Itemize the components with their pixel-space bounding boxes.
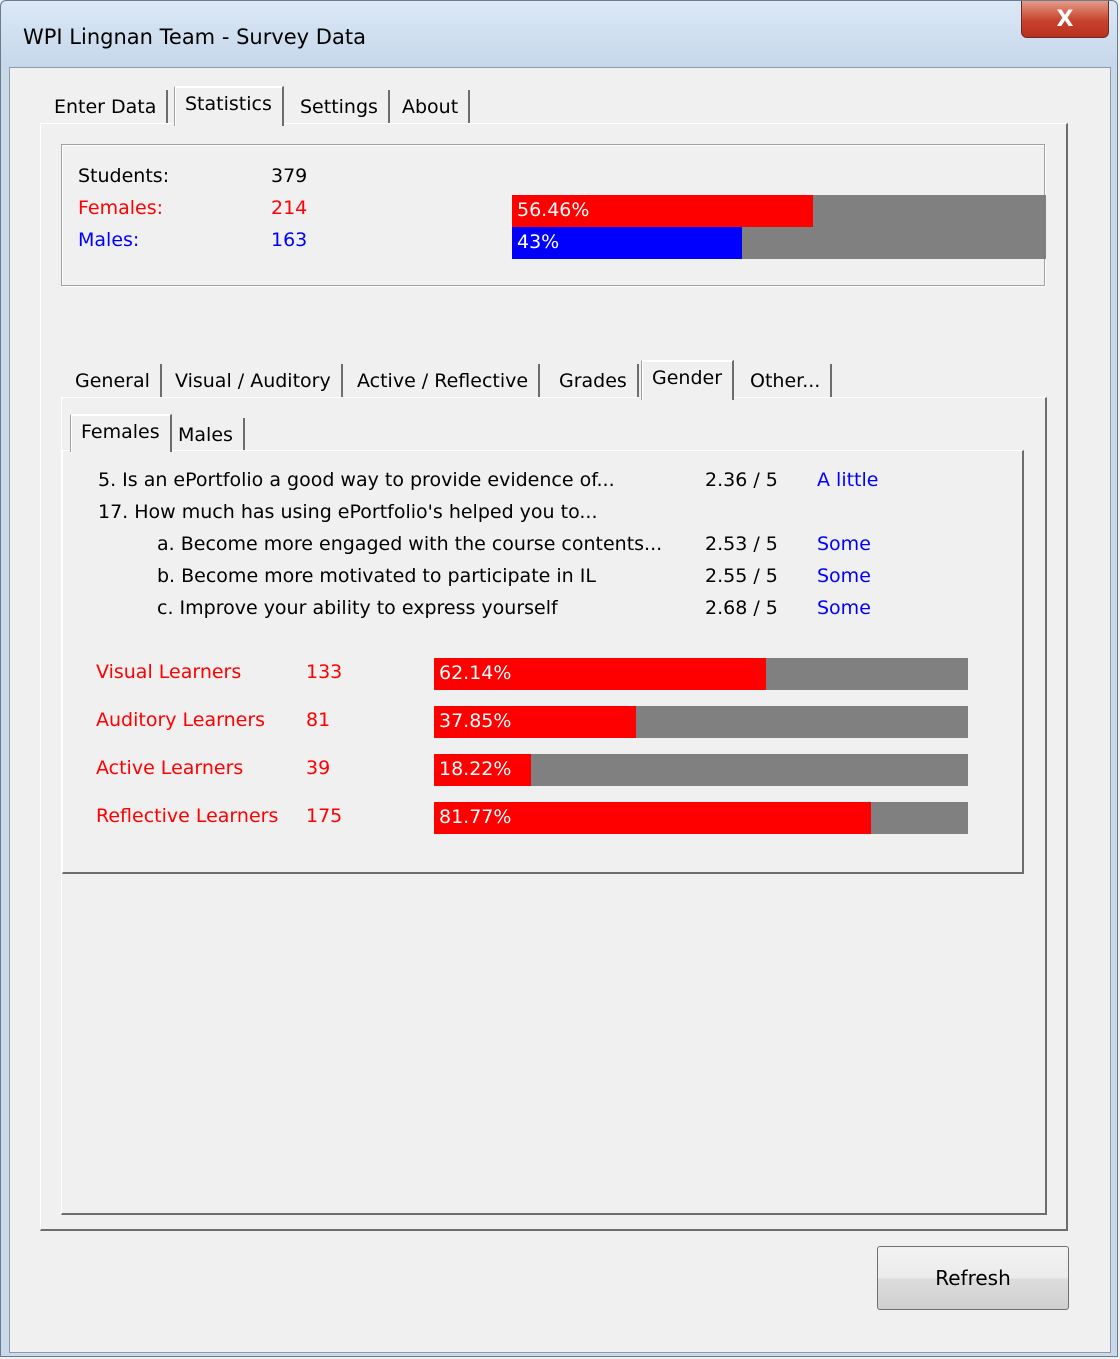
tab-label: Active / Reflective	[357, 370, 529, 392]
app-window: WPI Lingnan Team - Survey Data X Enter D…	[0, 0, 1118, 1357]
reflective-learners-percent: 81.77%	[439, 806, 512, 828]
question-17a: a. Become more engaged with the course c…	[157, 533, 663, 555]
tab-label: Males	[178, 424, 233, 446]
males-percent: 43%	[517, 231, 560, 253]
question-17a-score: 2.53 / 5	[705, 533, 778, 555]
tab-settings[interactable]: Settings	[290, 90, 390, 124]
reflective-learners-bar: 81.77%	[434, 802, 968, 834]
tab-label: Enter Data	[54, 96, 157, 118]
question-17b-score: 2.55 / 5	[705, 565, 778, 587]
subtab-other[interactable]: Other...	[740, 364, 833, 398]
tab-label: Gender	[652, 367, 723, 389]
subtab-general[interactable]: General	[65, 364, 162, 398]
reflective-learners-count: 175	[306, 805, 343, 827]
question-5: 5. Is an ePortfolio a good way to provid…	[98, 469, 615, 491]
tab-label: Statistics	[185, 93, 272, 115]
active-learners-label: Active Learners	[96, 757, 244, 779]
auditory-learners-bar: 37.85%	[434, 706, 968, 738]
summary-group: Students: 379 Females: 214 Males: 163 56…	[61, 144, 1046, 286]
tab-label: About	[402, 96, 459, 118]
tab-label: Females	[81, 421, 160, 443]
females-label: Females:	[78, 197, 163, 219]
active-learners-bar: 18.22%	[434, 754, 968, 786]
males-label: Males:	[78, 229, 140, 251]
students-label: Students:	[78, 165, 170, 187]
refresh-button[interactable]: Refresh	[877, 1246, 1069, 1310]
gender-pane: Females Males 5. Is an ePortfolio a good…	[61, 397, 1047, 1215]
tab-enter-data[interactable]: Enter Data	[44, 90, 169, 124]
question-17c-rating: Some	[817, 597, 871, 619]
visual-learners-label: Visual Learners	[96, 661, 242, 683]
visual-learners-bar: 62.14%	[434, 658, 968, 690]
question-17c: c. Improve your ability to express yours…	[157, 597, 558, 619]
statistics-pane: Students: 379 Females: 214 Males: 163 56…	[40, 123, 1068, 1231]
females-pane: 5. Is an ePortfolio a good way to provid…	[62, 450, 1024, 874]
visual-learners-count: 133	[306, 661, 343, 683]
question-17a-rating: Some	[817, 533, 871, 555]
males-progress-bar: 43%	[512, 227, 1046, 259]
males-count: 163	[271, 229, 308, 251]
auditory-learners-label: Auditory Learners	[96, 709, 266, 731]
question-17b: b. Become more motivated to participate …	[157, 565, 596, 587]
client-area: Enter Data Statistics Settings About Stu…	[9, 67, 1111, 1353]
tab-label: Settings	[300, 96, 378, 118]
tab-label: Other...	[750, 370, 821, 392]
tab-label: Grades	[559, 370, 627, 392]
active-learners-percent: 18.22%	[439, 758, 512, 780]
question-5-rating: A little	[817, 469, 879, 491]
auditory-learners-percent: 37.85%	[439, 710, 512, 732]
tab-label: General	[75, 370, 150, 392]
tab-males[interactable]: Males	[168, 418, 245, 452]
question-17b-rating: Some	[817, 565, 871, 587]
tab-label: Visual / Auditory	[175, 370, 331, 392]
refresh-button-label: Refresh	[935, 1266, 1011, 1290]
females-progress-bar: 56.46%	[512, 195, 1046, 227]
tab-about[interactable]: About	[392, 90, 471, 124]
females-percent: 56.46%	[517, 199, 590, 221]
active-learners-count: 39	[306, 757, 331, 779]
question-17c-score: 2.68 / 5	[705, 597, 778, 619]
close-button[interactable]: X	[1021, 1, 1109, 38]
females-count: 214	[271, 197, 308, 219]
students-count: 379	[271, 165, 308, 187]
subtab-active-reflective[interactable]: Active / Reflective	[347, 364, 541, 398]
subtab-gender[interactable]: Gender	[641, 360, 735, 400]
subtab-visual-auditory[interactable]: Visual / Auditory	[165, 364, 343, 398]
reflective-learners-label: Reflective Learners	[96, 805, 279, 827]
window-title: WPI Lingnan Team - Survey Data	[23, 25, 366, 49]
close-icon: X	[1056, 6, 1074, 32]
question-5-score: 2.36 / 5	[705, 469, 778, 491]
visual-learners-percent: 62.14%	[439, 662, 512, 684]
auditory-learners-count: 81	[306, 709, 331, 731]
question-17: 17. How much has using ePortfolio's help…	[98, 501, 598, 523]
subtab-grades[interactable]: Grades	[549, 364, 639, 398]
tab-statistics[interactable]: Statistics	[174, 86, 284, 126]
title-bar: WPI Lingnan Team - Survey Data X	[1, 1, 1117, 67]
tab-females[interactable]: Females	[70, 414, 172, 452]
